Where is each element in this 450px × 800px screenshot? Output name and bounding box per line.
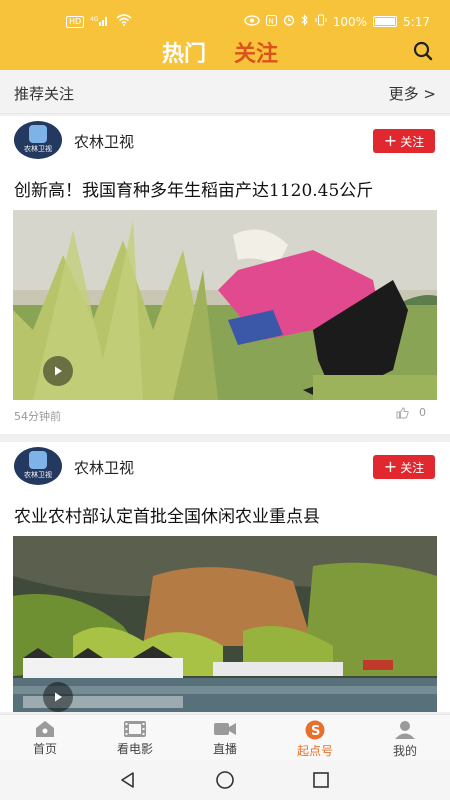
channel-row: 农林卫视 农林卫视 + 关注 — [0, 442, 450, 490]
top-tabs: 热门 关注 — [162, 36, 278, 74]
clock-time: 5:17 — [403, 14, 430, 29]
plus-icon: + — [383, 457, 398, 476]
follow-label: 关注 — [400, 134, 425, 149]
alarm-icon — [283, 14, 295, 29]
tab-hot[interactable]: 热门 — [162, 36, 207, 74]
home-icon — [36, 721, 54, 737]
eye-icon — [244, 14, 260, 29]
avatar-logo-text: 农林卫视 — [24, 471, 52, 479]
nfc-icon: N — [265, 14, 277, 29]
battery-percent: 100% — [332, 14, 368, 29]
rice-field-image — [13, 210, 437, 400]
nav-live[interactable]: 直播 — [180, 715, 270, 760]
nav-label: 起点号 — [296, 744, 333, 758]
qidian-icon: S — [305, 720, 325, 740]
status-left: HD 4G — [66, 14, 132, 29]
video-thumbnail[interactable] — [13, 536, 437, 712]
wifi-icon — [116, 14, 132, 29]
video-thumbnail[interactable] — [13, 210, 437, 400]
top-header: HD 4G N 100% 5:17 热门 关注 — [0, 0, 450, 74]
recommend-title: 推荐关注 — [14, 85, 75, 103]
channel-logo-icon — [29, 451, 47, 469]
back-icon[interactable] — [118, 770, 138, 790]
nav-label: 直播 — [212, 742, 237, 756]
recents-icon[interactable] — [311, 770, 331, 790]
svg-text:4G: 4G — [90, 16, 99, 23]
svg-text:N: N — [268, 17, 273, 25]
nav-label: 首页 — [32, 742, 57, 756]
thumbs-up-icon — [396, 406, 409, 418]
channel-logo-icon — [29, 125, 47, 143]
battery-icon — [373, 16, 398, 27]
channel-name[interactable]: 农林卫视 — [74, 457, 134, 478]
bottom-nav: 首页 看电影 直播 S 起点号 我的 — [0, 714, 450, 760]
recommend-bar: 推荐关注 更多 > — [0, 70, 450, 114]
post-time: 54分钟前 — [14, 410, 61, 423]
play-icon[interactable] — [43, 356, 73, 386]
play-icon[interactable] — [43, 682, 73, 712]
article-title[interactable]: 创新高！我国育种多年生稻亩产达1120.45公斤 — [0, 164, 450, 210]
channel-avatar[interactable]: 农林卫视 — [14, 121, 62, 159]
film-icon — [124, 721, 146, 737]
search-icon[interactable] — [412, 40, 434, 62]
signal-icon: 4G — [90, 15, 110, 29]
vibrate-icon — [315, 14, 327, 29]
status-bar: HD 4G N 100% 5:17 — [0, 0, 450, 40]
nav-qidian[interactable]: S 起点号 — [270, 715, 360, 760]
channel-row: 农林卫视 农林卫视 + 关注 — [0, 116, 450, 164]
camera-icon — [214, 723, 236, 735]
article-title[interactable]: 农业农村部认定首批全国休闲农业重点县 — [0, 490, 450, 536]
follow-button[interactable]: + 关注 — [373, 455, 435, 479]
like-count: 0 — [419, 406, 426, 419]
nav-label: 我的 — [392, 744, 417, 758]
hd-badge: HD — [66, 15, 85, 28]
more-link[interactable]: 更多 > — [389, 83, 436, 104]
status-right: N 100% 5:17 — [244, 14, 430, 29]
channel-avatar[interactable]: 农林卫视 — [14, 447, 62, 485]
nav-mine[interactable]: 我的 — [360, 715, 450, 760]
avatar-logo-text: 农林卫视 — [24, 145, 52, 153]
home-circle-icon[interactable] — [215, 770, 235, 790]
nav-label: 看电影 — [116, 742, 153, 756]
follow-button[interactable]: + 关注 — [373, 129, 435, 153]
feed-list: 农林卫视 农林卫视 + 关注 创新高！我国育种多年生稻亩产达1120.45公斤 — [0, 116, 450, 712]
feed-card: 农林卫视 农林卫视 + 关注 农业农村部认定首批全国休闲农业重点县 — [0, 434, 450, 712]
channel-name[interactable]: 农林卫视 — [74, 131, 134, 152]
feed-card: 农林卫视 农林卫视 + 关注 创新高！我国育种多年生稻亩产达1120.45公斤 — [0, 116, 450, 434]
system-nav-bar — [0, 760, 450, 800]
plus-icon: + — [383, 131, 398, 150]
meta-row: 54分钟前 0 — [0, 400, 450, 434]
leisure-village-image — [13, 536, 437, 712]
nav-movies[interactable]: 看电影 — [90, 715, 180, 760]
bluetooth-icon — [301, 14, 309, 29]
person-icon — [395, 721, 415, 739]
svg-text:S: S — [311, 724, 320, 739]
nav-home[interactable]: 首页 — [0, 715, 90, 760]
like-button[interactable]: 0 — [396, 406, 426, 419]
tab-follow[interactable]: 关注 — [234, 36, 278, 68]
follow-label: 关注 — [400, 460, 425, 475]
